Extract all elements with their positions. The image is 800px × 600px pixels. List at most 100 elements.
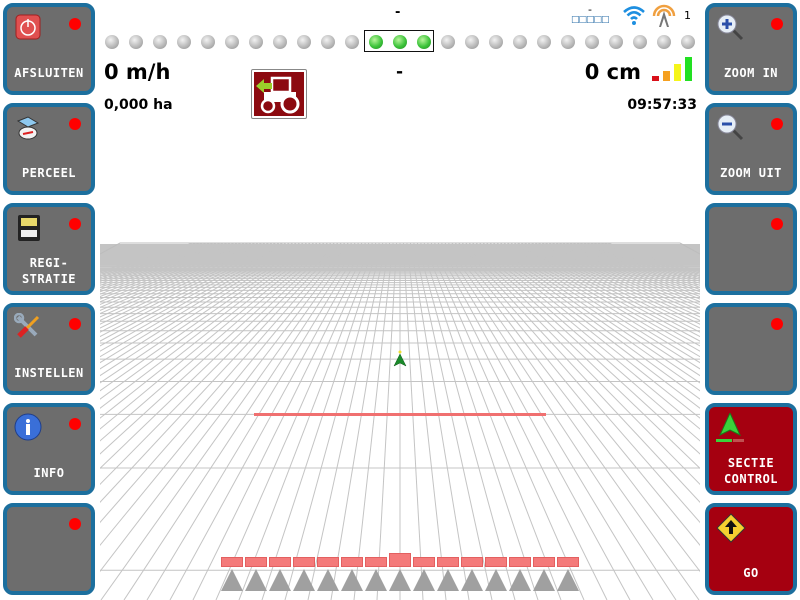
zoom-out-button[interactable]: ZOOM UIT xyxy=(705,103,797,195)
lightbar-led xyxy=(657,35,671,49)
boom-section xyxy=(485,557,507,567)
boom-section xyxy=(437,557,459,567)
nozzle-triangle xyxy=(461,569,483,591)
status-indicator xyxy=(69,318,81,330)
field-compass-icon xyxy=(16,116,40,140)
boom-section xyxy=(341,557,363,567)
section-control-label-line2: CONTROL xyxy=(723,472,779,486)
lightbar-led xyxy=(273,35,287,49)
boom-section xyxy=(533,557,555,567)
instellen-button[interactable]: INSTELLEN xyxy=(3,303,95,395)
lightbar-led xyxy=(321,35,335,49)
signal-bar xyxy=(663,71,670,81)
zoom-in-button[interactable]: ZOOM IN xyxy=(705,3,797,95)
status-indicator xyxy=(69,218,81,230)
lightbar-led xyxy=(489,35,503,49)
nozzle-triangle xyxy=(269,569,291,591)
boom-section xyxy=(293,557,315,567)
nozzle-triangle xyxy=(557,569,579,591)
boom-section xyxy=(221,557,243,567)
status-indicator xyxy=(771,318,783,330)
lightbar-led xyxy=(681,35,695,49)
nozzle-triangle xyxy=(341,569,363,591)
section-control-label-line1: SECTIE xyxy=(727,456,775,470)
signal-bar xyxy=(652,76,659,81)
signal-bar xyxy=(685,57,692,81)
nozzle-triangle xyxy=(533,569,555,591)
lightbar-led xyxy=(609,35,623,49)
signal-bar xyxy=(674,64,681,81)
map-view[interactable]: - 0 m/h 0,000 ha - 0 cm 09:57:33 - □□□□□… xyxy=(100,0,700,600)
offset-readout: 0 cm xyxy=(584,60,641,84)
lightbar-led xyxy=(129,35,143,49)
zoom-in-icon xyxy=(717,14,744,41)
boom-section xyxy=(317,557,339,567)
lightbar-led xyxy=(249,35,263,49)
nozzle-triangle xyxy=(365,569,387,591)
go-label: GO xyxy=(743,566,759,580)
registratie-label-line2: STRATIE xyxy=(21,272,77,286)
lightbar-led xyxy=(201,35,215,49)
tractor-reverse-icon xyxy=(254,72,304,116)
time-readout: 09:57:33 xyxy=(627,97,697,113)
field-grid xyxy=(100,242,700,600)
lightbar-led xyxy=(441,35,455,49)
lightbar-led xyxy=(537,35,551,49)
registratie-button[interactable]: REGI- STRATIE xyxy=(3,203,95,295)
gps-quality-boxes: □□□□□ xyxy=(571,15,610,25)
nozzle-triangle xyxy=(413,569,435,591)
status-indicator xyxy=(69,518,81,530)
nozzle-triangle xyxy=(221,569,243,591)
lightbar-led xyxy=(633,35,647,49)
lightbar-led xyxy=(177,35,191,49)
boom-section xyxy=(461,557,483,567)
nozzle-triangle xyxy=(245,569,267,591)
nozzle-triangle xyxy=(317,569,339,591)
lightbar-center-box xyxy=(364,30,434,52)
zoom-out-label: ZOOM UIT xyxy=(720,166,782,180)
center-text: - xyxy=(396,62,404,82)
boom-section xyxy=(509,557,531,567)
gps-status: - □□□□□ xyxy=(571,3,613,29)
lightbar-led xyxy=(465,35,479,49)
info-button[interactable]: INFO xyxy=(3,403,95,495)
afsluiten-label: AFSLUITEN xyxy=(14,66,84,80)
lightbar-led xyxy=(225,35,239,49)
gps-antenna-marker xyxy=(398,350,402,354)
empty-left-button[interactable] xyxy=(3,503,95,595)
zoom-out-icon xyxy=(717,114,744,141)
boom-section xyxy=(245,557,267,567)
wrench-screwdriver-icon xyxy=(14,313,40,338)
wifi-icon xyxy=(623,6,645,25)
empty-right-button-1[interactable] xyxy=(705,203,797,295)
lightbar-led xyxy=(585,35,599,49)
boom-section xyxy=(365,557,387,567)
lightbar-led xyxy=(297,35,311,49)
satellite-count: 1 xyxy=(684,9,691,22)
speed-readout: 0 m/h xyxy=(104,60,171,84)
go-button[interactable]: GO xyxy=(705,503,797,595)
memory-card-icon xyxy=(18,215,40,241)
lightbar-led xyxy=(513,35,527,49)
section-control-button[interactable]: SECTIE CONTROL xyxy=(705,403,797,495)
guidance-line xyxy=(254,413,546,416)
info-icon xyxy=(14,413,42,441)
lightbar-led xyxy=(345,35,359,49)
boom-section xyxy=(269,557,291,567)
tractor-direction-button[interactable] xyxy=(251,69,307,119)
nozzle-triangle xyxy=(509,569,531,591)
nozzle-triangle xyxy=(389,569,411,591)
instellen-label: INSTELLEN xyxy=(14,366,84,380)
lightbar-led xyxy=(105,35,119,49)
top-center-text: - xyxy=(395,5,401,20)
status-indicator xyxy=(69,418,81,430)
perceel-label: PERCEEL xyxy=(21,166,77,180)
section-control-arrow-icon xyxy=(716,413,744,442)
afsluiten-button[interactable]: AFSLUITEN xyxy=(3,3,95,95)
zoom-in-label: ZOOM IN xyxy=(723,66,779,80)
perceel-button[interactable]: PERCEEL xyxy=(3,103,95,195)
status-indicator xyxy=(69,118,81,130)
lightbar-led xyxy=(561,35,575,49)
status-indicator xyxy=(771,118,783,130)
empty-right-button-2[interactable] xyxy=(705,303,797,395)
